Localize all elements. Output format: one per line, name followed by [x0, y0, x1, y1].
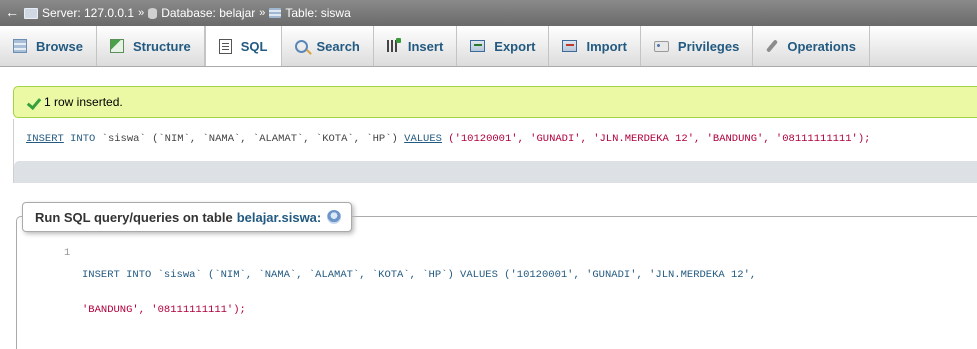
breadcrumb: Server: 127.0.0.1 » Database: belajar » …	[24, 6, 351, 20]
success-message-text: 1 row inserted.	[44, 95, 123, 109]
success-message: 1 row inserted.	[13, 86, 977, 118]
tab-structure[interactable]: Structure	[97, 26, 205, 66]
executed-query-box: INSERT INTO `siswa` (`NIM`, `NAMA`, `ALA…	[13, 119, 977, 183]
tab-sql[interactable]: SQL	[204, 26, 282, 66]
tab-bar: Browse Structure SQL Search Insert Expor…	[0, 26, 977, 67]
sql-query-textarea[interactable]: INSERT INTO `siswa` (`NIM`, `NAMA`, `ALA…	[82, 247, 756, 328]
executed-query: INSERT INTO `siswa` (`NIM`, `NAMA`, `ALA…	[26, 133, 870, 145]
database-icon	[148, 7, 158, 19]
breadcrumb-table-label[interactable]: Table: siswa	[285, 6, 350, 20]
sql-values-list: ('10120001', 'GUNADI', 'JLN.MERDEKA 12',…	[448, 133, 871, 145]
table-link[interactable]: belajar.siswa:	[237, 210, 322, 225]
server-icon	[24, 7, 38, 19]
table-icon	[269, 8, 282, 18]
search-icon	[294, 39, 308, 53]
tab-browse[interactable]: Browse	[0, 26, 97, 66]
sql-query-line-1: INSERT INTO `siswa` (`NIM`, `NAMA`, `ALA…	[82, 269, 757, 281]
browse-icon	[13, 39, 27, 53]
import-icon	[562, 40, 578, 52]
tab-structure-label: Structure	[132, 38, 191, 54]
tab-export[interactable]: Export	[457, 26, 550, 66]
breadcrumb-separator: »	[138, 7, 145, 19]
tab-privileges-label: Privileges	[677, 38, 740, 54]
sql-keyword-values[interactable]: VALUES	[404, 133, 442, 145]
wrench-icon	[766, 39, 779, 53]
sql-keyword-insert[interactable]: INSERT	[26, 133, 64, 145]
tab-insert[interactable]: Insert	[374, 26, 458, 66]
tab-search[interactable]: Search	[282, 26, 374, 66]
breadcrumb-table[interactable]: Table: siswa	[269, 6, 351, 20]
sql-icon	[218, 38, 232, 54]
tab-import[interactable]: Import	[549, 26, 641, 66]
breadcrumb-bar: ← Server: 127.0.0.1 » Database: belajar …	[0, 0, 977, 26]
breadcrumb-server[interactable]: Server: 127.0.0.1	[24, 6, 134, 20]
insert-icon	[386, 38, 401, 52]
line-number: 1	[64, 247, 71, 259]
query-tools-bar	[14, 161, 977, 183]
tab-insert-label: Insert	[407, 38, 444, 54]
breadcrumb-database-label[interactable]: Database: belajar	[161, 6, 255, 20]
tab-search-label: Search	[316, 38, 360, 54]
sql-query-title: Run SQL query/queries on table	[35, 209, 233, 225]
tab-export-label: Export	[494, 38, 536, 54]
tab-browse-label: Browse	[36, 38, 83, 54]
tab-sql-label: SQL	[240, 38, 268, 54]
help-icon[interactable]	[327, 210, 342, 224]
tab-operations-label: Operations	[787, 38, 856, 54]
breadcrumb-database[interactable]: Database: belajar	[148, 6, 255, 20]
sql-query-line-2: 'BANDUNG', '08111111111');	[82, 303, 246, 316]
tab-privileges[interactable]: Privileges	[641, 26, 754, 66]
sql-keyword-into: INTO	[70, 133, 96, 145]
privileges-icon	[653, 40, 669, 52]
breadcrumb-server-label[interactable]: Server: 127.0.0.1	[42, 6, 134, 20]
check-icon	[26, 96, 39, 109]
structure-icon	[109, 39, 124, 53]
export-icon	[470, 40, 486, 52]
back-arrow-icon[interactable]: ←	[5, 4, 19, 20]
tab-operations[interactable]: Operations	[753, 26, 870, 66]
sql-column-list: (`NIM`, `NAMA`, `ALAMAT`, `KOTA`, `HP`)	[152, 133, 398, 145]
sql-table-name: `siswa`	[101, 133, 146, 145]
breadcrumb-separator: »	[259, 7, 266, 19]
sql-query-legend: Run SQL query/queries on table belajar.s…	[22, 202, 353, 232]
tab-import-label: Import	[586, 38, 627, 54]
